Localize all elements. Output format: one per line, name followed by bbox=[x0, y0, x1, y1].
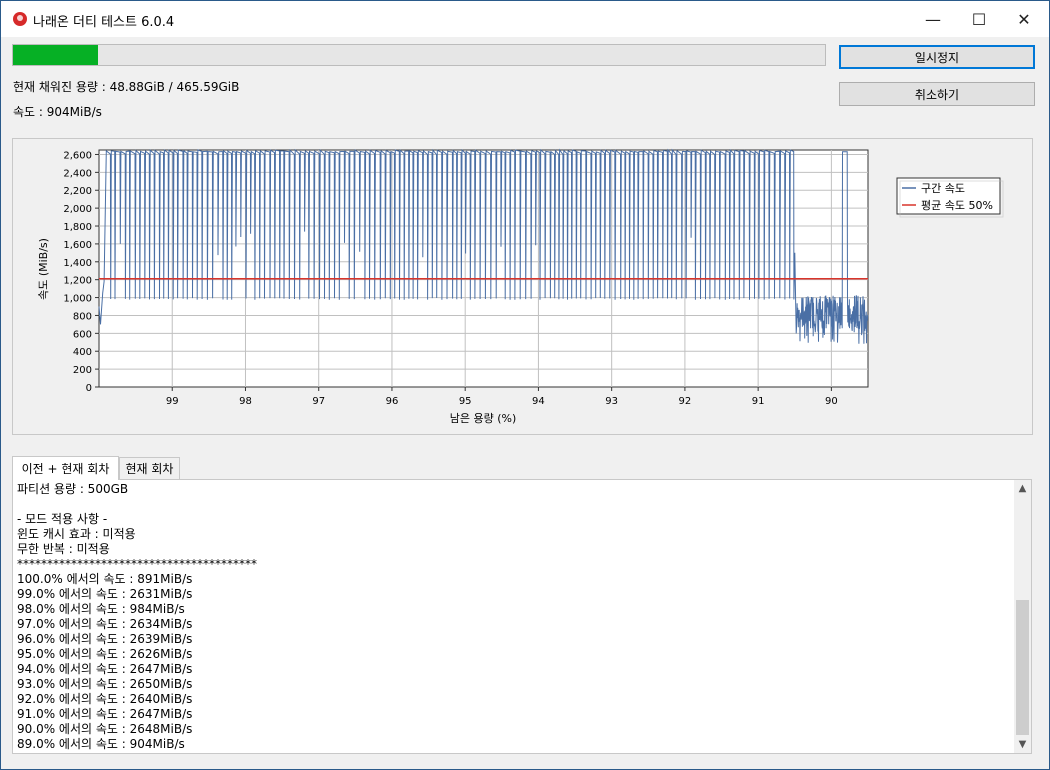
log-text: 파티션 용량 : 500GB - 모드 적용 사항 - 윈도 캐시 효과 : 미적… bbox=[17, 482, 1012, 752]
app-window: 나래온 더티 테스트 6.0.4 — ☐ ✕ 일시정지 취소하기 현재 채워진 … bbox=[0, 0, 1050, 770]
x-tick-label: 90 bbox=[825, 396, 838, 407]
legend-interval-speed: 구간 속도 bbox=[921, 182, 965, 195]
progress-fill bbox=[13, 45, 99, 65]
scroll-down-icon[interactable]: ▼ bbox=[1014, 736, 1031, 753]
log-line: 93.0% 에서의 속도 : 2650MiB/s bbox=[17, 677, 193, 691]
x-tick-label: 93 bbox=[605, 396, 618, 407]
log-line: 94.0% 에서의 속도 : 2647MiB/s bbox=[17, 662, 193, 676]
tab-current[interactable]: 현재 회차 bbox=[119, 457, 180, 479]
log-line: 96.0% 에서의 속도 : 2639MiB/s bbox=[17, 632, 193, 646]
speed-chart: 0 200 400 600 800 1,000 1,200 1,400 1,600 1,800 2,… bbox=[13, 139, 1032, 434]
y-tick-label: 1,400 bbox=[63, 258, 92, 269]
y-tick-label: 400 bbox=[73, 347, 92, 358]
log-line: **************************************** bbox=[17, 557, 257, 571]
y-axis-label: 속도 (MiB/s) bbox=[37, 238, 50, 300]
log-line: 91.0% 에서의 속도 : 2647MiB/s bbox=[17, 707, 193, 721]
x-axis-label: 남은 용량 (%) bbox=[450, 412, 517, 425]
y-tick-label: 1,200 bbox=[63, 276, 92, 287]
maximize-button[interactable]: ☐ bbox=[956, 1, 1002, 37]
speed-label: 속도 : 904MiB/s bbox=[13, 105, 102, 119]
x-tick-label: 94 bbox=[532, 396, 545, 407]
log-scrollbar[interactable]: ▲ ▼ bbox=[1014, 480, 1031, 753]
log-line: 90.0% 에서의 속도 : 2648MiB/s bbox=[17, 722, 193, 736]
log-line: 89.0% 에서의 속도 : 904MiB/s bbox=[17, 737, 185, 751]
close-icon: ✕ bbox=[1017, 9, 1031, 29]
progress-bar bbox=[12, 44, 826, 66]
cancel-button[interactable]: 취소하기 bbox=[839, 82, 1035, 106]
log-line: 98.0% 에서의 속도 : 984MiB/s bbox=[17, 602, 185, 616]
x-tick-label: 95 bbox=[459, 396, 472, 407]
x-tick-label: 99 bbox=[166, 396, 179, 407]
y-tick-label: 800 bbox=[73, 311, 92, 322]
y-tick-label: 1,000 bbox=[63, 294, 92, 305]
log-line: 무한 반복 : 미적용 bbox=[17, 542, 110, 556]
y-tick-label: 600 bbox=[73, 329, 92, 340]
x-tick-label: 98 bbox=[239, 396, 252, 407]
y-tick-label: 2,600 bbox=[63, 150, 92, 161]
x-tick-label: 91 bbox=[752, 396, 765, 407]
log-line: 92.0% 에서의 속도 : 2640MiB/s bbox=[17, 692, 193, 706]
x-tick-label: 92 bbox=[679, 396, 692, 407]
close-button[interactable]: ✕ bbox=[1001, 1, 1047, 37]
chart-legend: 구간 속도 평균 속도 50% bbox=[896, 177, 1004, 218]
y-tick-label: 2,400 bbox=[63, 168, 92, 179]
y-tick-label: 1,600 bbox=[63, 240, 92, 251]
speed-chart-panel: 0 200 400 600 800 1,000 1,200 1,400 1,600 1,800 2,… bbox=[12, 138, 1033, 435]
log-line: 99.0% 에서의 속도 : 2631MiB/s bbox=[17, 587, 193, 601]
minimize-icon: — bbox=[925, 9, 941, 29]
x-tick-label: 97 bbox=[312, 396, 325, 407]
y-tick-label: 2,000 bbox=[63, 204, 92, 215]
pause-button[interactable]: 일시정지 bbox=[839, 45, 1035, 69]
scroll-thumb[interactable] bbox=[1016, 600, 1029, 735]
legend-average-speed: 평균 속도 50% bbox=[921, 199, 993, 212]
scroll-up-icon[interactable]: ▲ bbox=[1014, 480, 1031, 497]
maximize-icon: ☐ bbox=[971, 9, 987, 29]
y-tick-label: 0 bbox=[86, 383, 92, 394]
log-line: 윈도 캐시 효과 : 미적용 bbox=[17, 527, 136, 541]
log-line: 95.0% 에서의 속도 : 2626MiB/s bbox=[17, 647, 193, 661]
window-title: 나래온 더티 테스트 6.0.4 bbox=[33, 15, 175, 30]
tab-previous-and-current[interactable]: 이전 + 현재 회차 bbox=[12, 456, 119, 480]
result-log[interactable]: 파티션 용량 : 500GB - 모드 적용 사항 - 윈도 캐시 효과 : 미적… bbox=[12, 479, 1032, 754]
capacity-label: 현재 채워진 용량 : 48.88GiB / 465.59GiB bbox=[13, 80, 240, 94]
y-tick-label: 2,200 bbox=[63, 186, 92, 197]
y-tick-label: 1,800 bbox=[63, 222, 92, 233]
y-tick-label: 200 bbox=[73, 365, 92, 376]
log-line: 파티션 용량 : 500GB bbox=[17, 482, 129, 496]
x-tick-label: 96 bbox=[386, 396, 399, 407]
log-line: 100.0% 에서의 속도 : 891MiB/s bbox=[17, 572, 193, 586]
minimize-button[interactable]: — bbox=[910, 1, 956, 37]
log-line: - 모드 적용 사항 - bbox=[17, 512, 108, 526]
app-logo-icon bbox=[13, 12, 27, 26]
title-bar[interactable]: 나래온 더티 테스트 6.0.4 — ☐ ✕ bbox=[1, 1, 1049, 37]
log-line: 97.0% 에서의 속도 : 2634MiB/s bbox=[17, 617, 193, 631]
